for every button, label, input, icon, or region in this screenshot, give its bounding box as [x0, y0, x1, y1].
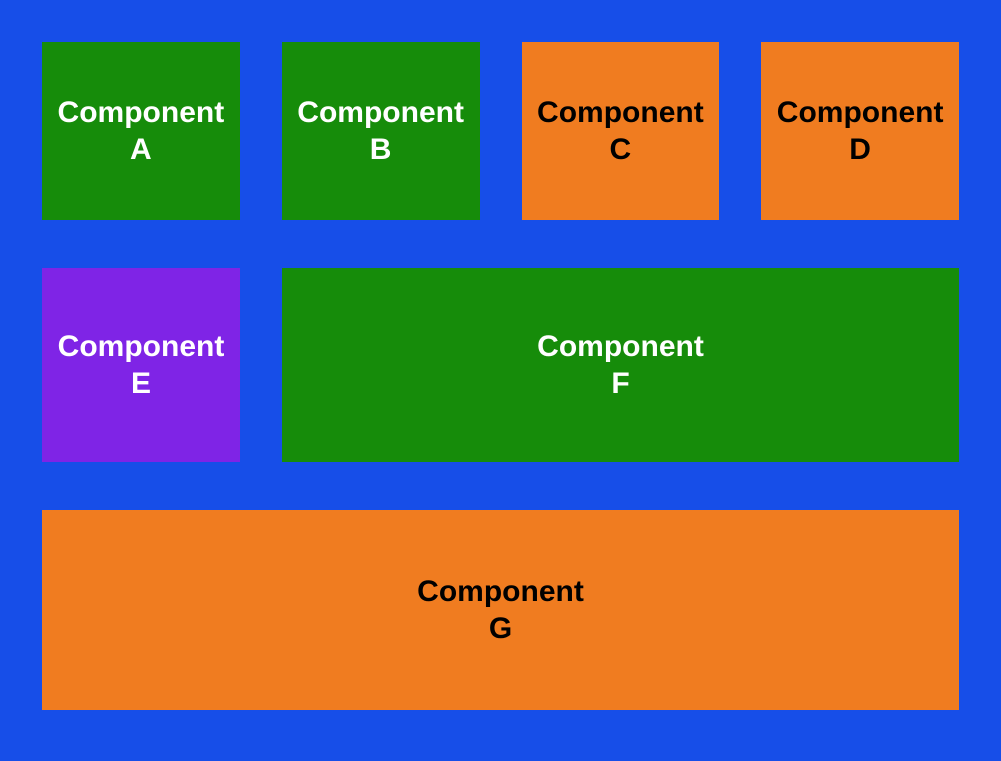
component-e-label-line1: Component	[58, 328, 225, 366]
component-e: Component E	[42, 268, 240, 462]
component-b-label-line2: B	[370, 131, 392, 169]
component-g-label-line1: Component	[417, 573, 584, 611]
component-e-label-line2: E	[131, 365, 151, 403]
component-a: Component A	[42, 42, 240, 220]
component-g-label-line2: G	[489, 610, 512, 648]
component-a-label-line2: A	[130, 131, 152, 169]
component-d-label-line1: Component	[777, 94, 944, 132]
component-a-label-line1: Component	[58, 94, 225, 132]
component-f: Component F	[282, 268, 959, 462]
component-f-label-line1: Component	[537, 328, 704, 366]
component-b-label-line1: Component	[297, 94, 464, 132]
row-2: Component E Component F	[42, 268, 959, 462]
component-f-label-line2: F	[611, 365, 629, 403]
component-c: Component C	[522, 42, 720, 220]
component-b: Component B	[282, 42, 480, 220]
component-d-label-line2: D	[849, 131, 871, 169]
row-3: Component G	[42, 510, 959, 710]
row-1: Component A Component B Component C Comp…	[42, 42, 959, 220]
diagram-container: Component A Component B Component C Comp…	[0, 0, 1001, 761]
component-c-label-line2: C	[610, 131, 632, 169]
component-g: Component G	[42, 510, 959, 710]
component-d: Component D	[761, 42, 959, 220]
component-c-label-line1: Component	[537, 94, 704, 132]
